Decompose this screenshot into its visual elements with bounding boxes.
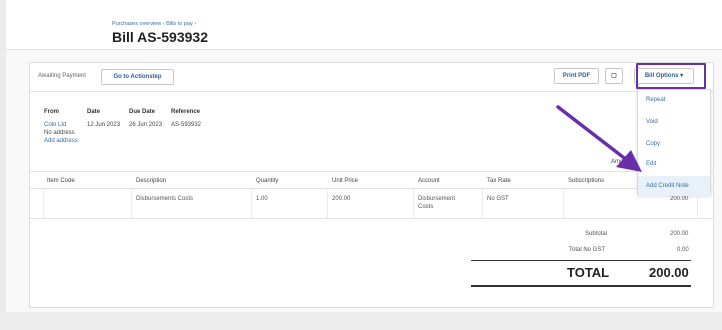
menu-item-copy[interactable]: Copy xyxy=(638,134,710,154)
total-label: TOTAL xyxy=(567,265,610,280)
from-label: From xyxy=(44,109,59,115)
menu-item-void[interactable]: Void xyxy=(638,112,710,132)
column-divider xyxy=(327,189,328,218)
tax-total-label: Total No GST xyxy=(569,247,606,253)
page-header: Purchases overview › Bills to pay › Bill… xyxy=(6,0,722,50)
column-header-tax-rate: Tax Rate xyxy=(487,178,511,184)
total-value: 200.00 xyxy=(649,265,689,280)
column-divider xyxy=(131,189,132,218)
add-address-link[interactable]: Add address xyxy=(44,138,78,144)
column-divider xyxy=(482,189,483,218)
cell-unit-price: 200.00 xyxy=(332,196,351,202)
cell-account: Disbursement Costs xyxy=(418,196,456,210)
column-divider xyxy=(251,189,252,218)
due-date-label: Due Date xyxy=(129,109,156,115)
document-icon-button[interactable]: ▢ xyxy=(605,68,623,84)
column-header-quantity: Quantity xyxy=(256,178,279,184)
due-date-value: 26 Jun 2023 xyxy=(129,122,163,128)
menu-item-edit[interactable]: Edit xyxy=(638,154,710,174)
subtotal-label: Subtotal xyxy=(585,231,608,237)
breadcrumb[interactable]: Purchases overview › Bills to pay › xyxy=(112,21,196,27)
menu-item-add-credit-note[interactable]: Add Credit Note xyxy=(638,176,710,196)
total-divider xyxy=(471,260,691,261)
menu-item-repeat[interactable]: Repeat xyxy=(638,90,710,110)
column-header-item-code: Item Code xyxy=(47,178,75,184)
date-value: 12 Jun 2023 xyxy=(87,122,121,128)
bill-card: Awaiting Payment Go to Actionstep Print … xyxy=(29,62,714,308)
column-header-description: Description xyxy=(136,178,167,184)
page-title: Bill AS-593932 xyxy=(112,29,208,45)
subtotal-value: 200.00 xyxy=(670,231,689,237)
total-double-divider xyxy=(471,285,691,287)
column-header-account: Account xyxy=(418,178,440,184)
table-row[interactable]: Disbursements Costs 1.00 200.00 Disburse… xyxy=(30,189,713,219)
bill-action-bar: Awaiting Payment Go to Actionstep Print … xyxy=(30,63,713,92)
status-label: Awaiting Payment xyxy=(38,73,86,79)
column-divider xyxy=(43,189,44,218)
reference-value: AS-593932 xyxy=(171,122,202,128)
column-header-subscriptions: Subscriptions xyxy=(568,178,605,184)
annotation-highlight-box xyxy=(636,63,706,89)
no-address-text: No address xyxy=(44,130,75,136)
print-pdf-button[interactable]: Print PDF xyxy=(554,68,599,84)
column-divider xyxy=(413,189,414,218)
cell-quantity: 1.00 xyxy=(256,196,268,202)
tax-total-value: 0.00 xyxy=(677,247,689,253)
amounts-label: Amou xyxy=(611,159,627,165)
cell-tax-rate: No GST xyxy=(487,196,509,202)
document-icon: ▢ xyxy=(611,73,617,79)
date-label: Date xyxy=(87,109,101,115)
from-contact-link[interactable]: Colo Ltd xyxy=(44,122,66,128)
line-items-header: Item Code Description Quantity Unit Pric… xyxy=(30,171,713,189)
cell-amount: 200.00 xyxy=(670,196,689,202)
column-divider xyxy=(563,189,564,218)
cell-description: Disbursements Costs xyxy=(136,196,194,202)
bill-options-menu: Repeat Void Copy Edit Add Credit Note xyxy=(637,89,711,196)
reference-label: Reference xyxy=(171,109,201,115)
column-header-unit-price: Unit Price xyxy=(332,178,359,184)
go-to-actionstep-button[interactable]: Go to Actionstep xyxy=(101,69,174,85)
